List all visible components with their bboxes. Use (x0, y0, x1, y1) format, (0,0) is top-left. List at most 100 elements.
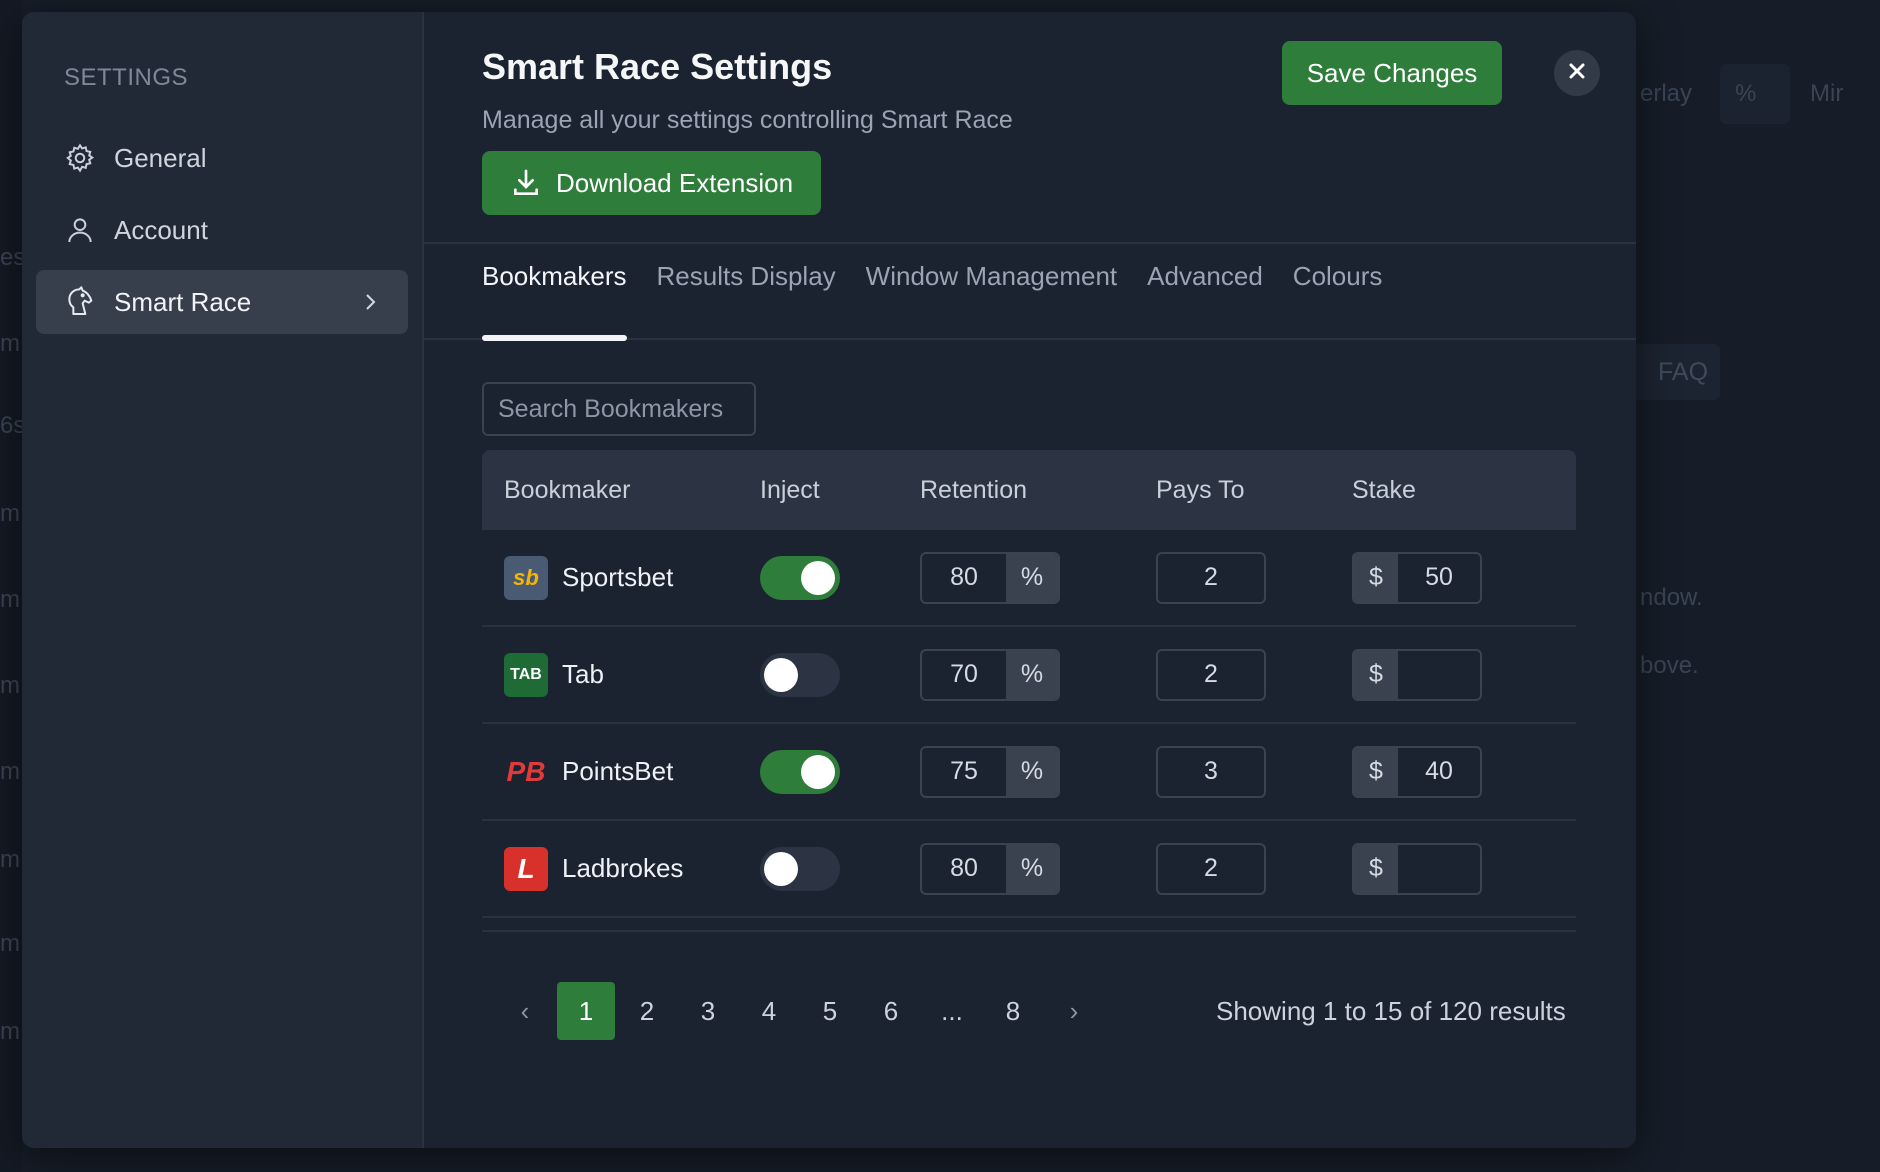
tab-bookmakers[interactable]: Bookmakers (482, 244, 627, 341)
stake-value[interactable]: 40 (1398, 748, 1480, 796)
pays-to-input[interactable]: 2 (1156, 648, 1266, 701)
inject-toggle[interactable] (760, 555, 840, 600)
tab-colours[interactable]: Colours (1293, 244, 1383, 338)
horse-icon (64, 286, 96, 318)
column-header-inject: Inject (760, 475, 820, 504)
table-row: sb Sportsbet 80% 2 $50 (482, 530, 1576, 627)
table-divider (482, 918, 1576, 932)
gear-icon (64, 142, 96, 174)
table-row: PB PointsBet 75% 3 $40 (482, 724, 1576, 821)
page-ellipsis: ... (941, 995, 963, 1026)
settings-sidebar: SETTINGS General Account Smart Race (22, 12, 424, 1148)
toggle-knob (764, 657, 798, 692)
bookmaker-name: Ladbrokes (562, 853, 684, 883)
sidebar-item-account[interactable]: Account (36, 198, 408, 262)
toggle-knob (801, 560, 835, 595)
settings-header: Smart Race Settings Manage all your sett… (424, 12, 1636, 244)
save-changes-label: Save Changes (1306, 57, 1478, 88)
retention-value[interactable]: 80 (922, 554, 1006, 602)
stake-value[interactable] (1398, 845, 1480, 893)
inject-toggle[interactable] (760, 652, 840, 697)
pays-to-input[interactable]: 2 (1156, 842, 1266, 895)
background-text: ndow. (1640, 584, 1703, 611)
download-extension-button[interactable]: Download Extension (482, 151, 822, 215)
prev-page-button[interactable]: ‹ (496, 982, 554, 1040)
page-button-4[interactable]: 4 (740, 982, 798, 1040)
ladbrokes-logo: L (504, 846, 548, 891)
stake-input[interactable]: $50 (1352, 551, 1482, 604)
results-summary: Showing 1 to 15 of 120 results (1216, 995, 1566, 1026)
bookmaker-name: PointsBet (562, 756, 674, 786)
background-text: m (0, 758, 20, 785)
stake-input[interactable]: $ (1352, 842, 1482, 895)
percent-addon: % (1006, 844, 1058, 893)
pays-to-input[interactable]: 2 (1156, 551, 1266, 604)
background-text: m (0, 930, 20, 957)
background-text: m (0, 846, 20, 873)
stake-input[interactable]: $ (1352, 648, 1482, 701)
background-text: erlay (1640, 80, 1693, 107)
inject-toggle[interactable] (760, 846, 840, 891)
stake-value[interactable] (1398, 651, 1480, 699)
sidebar-item-label: Account (114, 214, 208, 245)
stake-value[interactable]: 50 (1398, 554, 1480, 602)
chevron-right-icon (360, 292, 380, 312)
toggle-knob (801, 754, 835, 789)
bookmakers-panel: Bookmaker Inject Retention Pays To Stake… (424, 340, 1636, 1040)
column-header-stake: Stake (1352, 475, 1416, 504)
retention-input[interactable]: 75% (920, 745, 1060, 798)
background-text: m (0, 586, 20, 613)
download-extension-label: Download Extension (556, 167, 794, 198)
save-changes-button[interactable]: Save Changes (1282, 41, 1502, 105)
sidebar-item-label: General (114, 142, 207, 173)
page-button-3[interactable]: 3 (679, 982, 737, 1040)
page-button-6[interactable]: 6 (862, 982, 920, 1040)
retention-value[interactable]: 80 (922, 845, 1006, 893)
inject-toggle[interactable] (760, 749, 840, 794)
sidebar-item-label: Smart Race (114, 286, 252, 317)
bookmaker-name: Tab (562, 659, 604, 689)
page-subtitle: Manage all your settings controlling Sma… (482, 106, 1013, 134)
percent-addon: % (1006, 650, 1058, 699)
page-button-2[interactable]: 2 (618, 982, 676, 1040)
tab-results-display[interactable]: Results Display (657, 244, 836, 338)
background-text: m (0, 500, 20, 527)
toggle-knob (764, 851, 798, 886)
percent-addon: % (1006, 553, 1058, 602)
pays-to-input[interactable]: 3 (1156, 745, 1266, 798)
column-header-bookmaker: Bookmaker (504, 475, 631, 504)
tab-advanced[interactable]: Advanced (1147, 244, 1263, 338)
pagination: ‹ 1 2 3 4 5 6 ... 8 › Showing 1 to 15 of… (482, 982, 1578, 1040)
page-button-1[interactable]: 1 (557, 982, 615, 1040)
retention-input[interactable]: 80% (920, 842, 1060, 895)
background-text: m (0, 672, 20, 699)
sidebar-item-general[interactable]: General (36, 126, 408, 190)
close-button[interactable] (1554, 50, 1600, 96)
percent-addon: % (1006, 747, 1058, 796)
table-row: TAB Tab 70% 2 $ (482, 627, 1576, 724)
tab-window-management[interactable]: Window Management (866, 244, 1117, 338)
stake-input[interactable]: $40 (1352, 745, 1482, 798)
retention-value[interactable]: 75 (922, 748, 1006, 796)
dollar-addon: $ (1354, 650, 1398, 699)
background-text: % (1735, 80, 1757, 107)
retention-input[interactable]: 70% (920, 648, 1060, 701)
background-text: m (0, 1018, 20, 1045)
bookmaker-name: Sportsbet (562, 562, 674, 592)
table-row: L Ladbrokes 80% 2 $ (482, 821, 1576, 918)
background-text: bove. (1640, 652, 1699, 679)
search-bookmakers-input[interactable] (482, 382, 756, 436)
settings-modal: SETTINGS General Account Smart Race Smar… (22, 12, 1636, 1148)
background-text: m (0, 330, 20, 357)
page-button-5[interactable]: 5 (801, 982, 859, 1040)
next-page-button[interactable]: › (1045, 982, 1103, 1040)
close-icon (1567, 61, 1587, 86)
bookmaker-cell: PB PointsBet (482, 750, 760, 794)
bookmakers-table: Bookmaker Inject Retention Pays To Stake… (482, 450, 1576, 918)
tab-logo: TAB (504, 652, 548, 697)
table-header: Bookmaker Inject Retention Pays To Stake (482, 450, 1576, 530)
retention-value[interactable]: 70 (922, 651, 1006, 699)
page-button-8[interactable]: 8 (984, 982, 1042, 1040)
sidebar-item-smart-race[interactable]: Smart Race (36, 270, 408, 334)
retention-input[interactable]: 80% (920, 551, 1060, 604)
